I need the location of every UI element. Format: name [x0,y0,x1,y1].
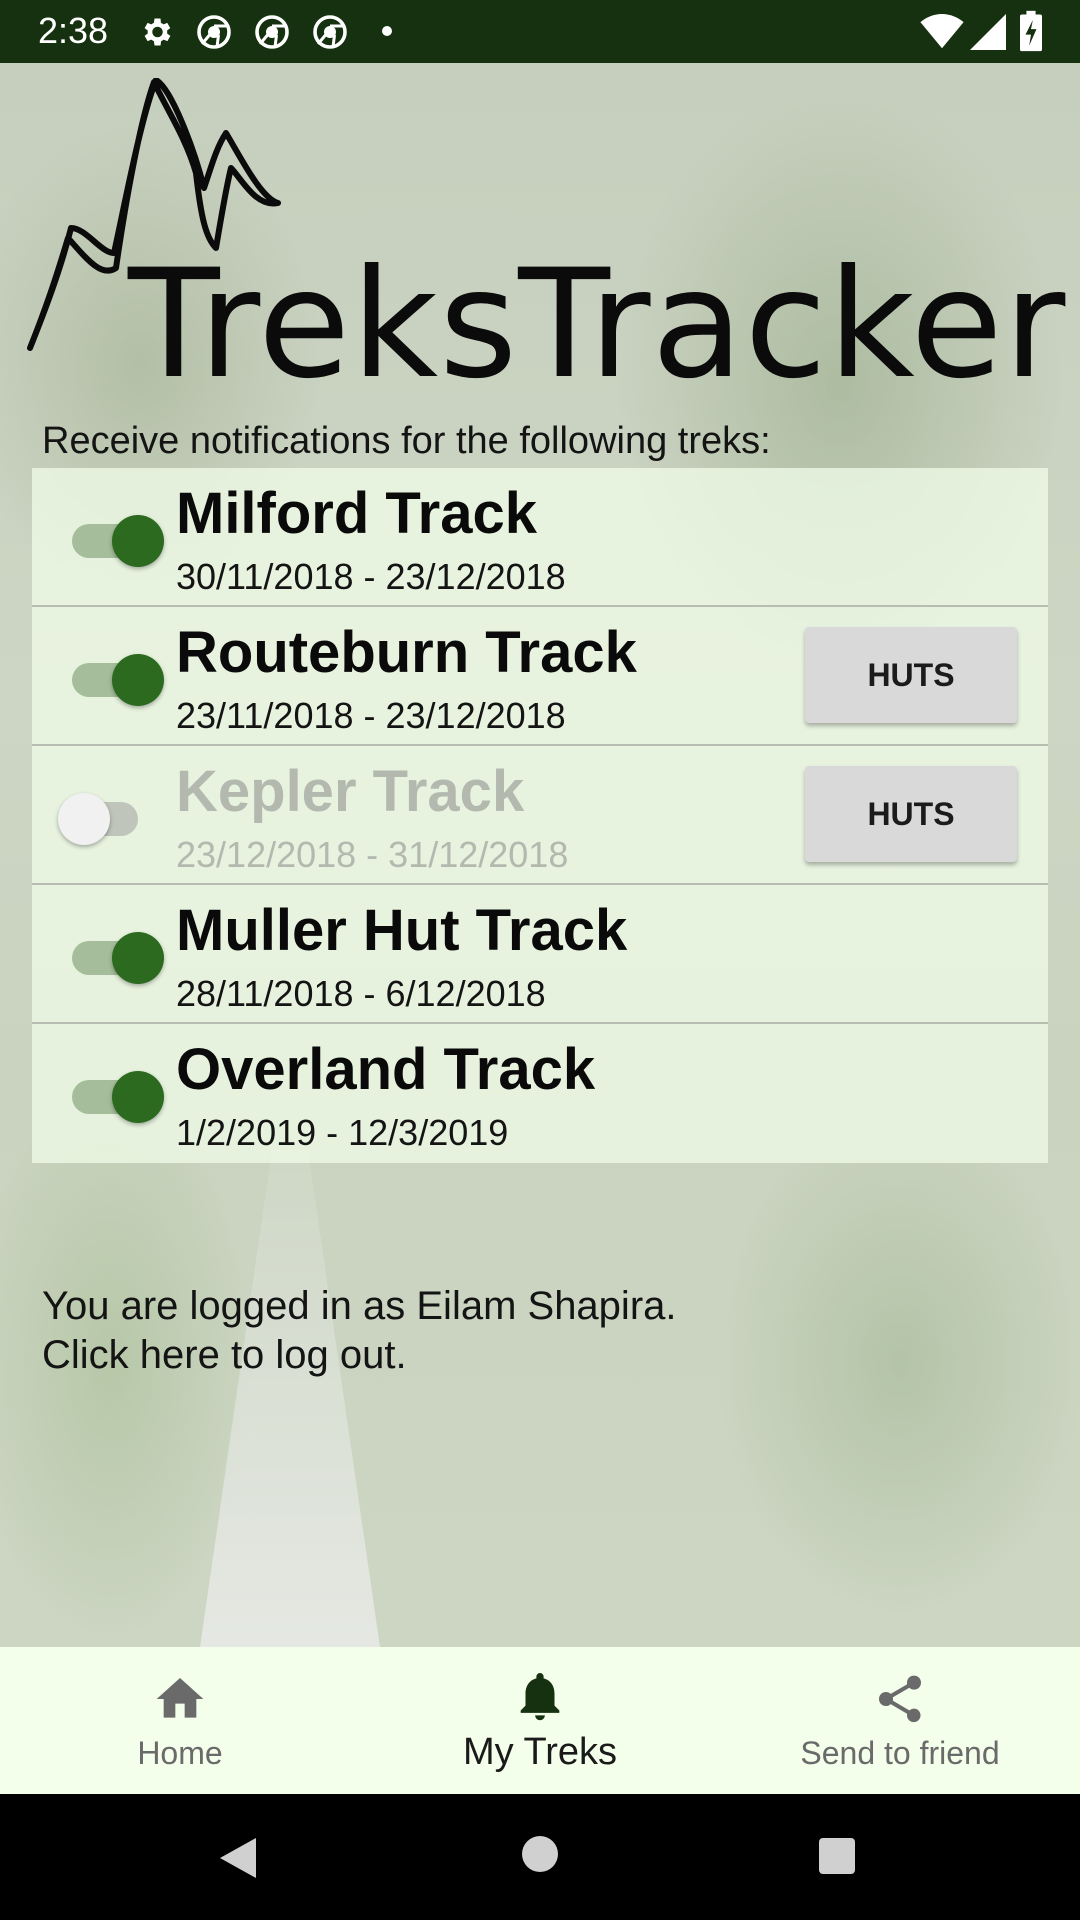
notifications-intro: Receive notifications for the following … [42,420,771,462]
battery-icon [1020,10,1042,52]
chrome-icon [313,15,347,49]
trek-name: Kepler Track [176,759,525,824]
home-icon [156,1678,204,1718]
nav-my-treks-label: My Treks [462,1731,618,1773]
signal-icon [970,14,1006,50]
system-navigation-bar [0,1794,1080,1920]
trek-dates: 30/11/2018 - 23/12/2018 [176,556,566,597]
status-bar: 2:38 [0,0,1080,63]
notification-toggle[interactable] [60,1066,164,1123]
bell-icon [520,1673,560,1721]
nav-my-treks[interactable]: My Treks [360,1647,720,1794]
status-time: 2:38 [38,10,109,51]
notification-toggle[interactable] [60,927,164,984]
wifi-icon [920,14,964,49]
huts-button[interactable]: HUTS [805,627,1017,723]
gear-icon [144,18,171,46]
home-circle-icon[interactable] [520,1834,560,1874]
chrome-icon [197,15,231,49]
recents-icon[interactable] [817,1836,857,1876]
toggle-thumb [112,654,164,706]
login-info: You are logged in as Eilam Shapira. Clic… [42,1282,677,1380]
notification-toggle[interactable] [60,510,164,567]
logout-link[interactable]: Click here to log out. [42,1331,677,1380]
trek-row-routeburn: Routeburn Track 23/11/2018 - 23/12/2018 … [32,607,1048,746]
nav-home[interactable]: Home [0,1647,360,1794]
nav-send-to-friend[interactable]: Send to friend [720,1647,1080,1794]
toggle-thumb [58,793,110,845]
trek-name: Overland Track [176,1037,596,1102]
notification-toggle[interactable] [58,788,160,845]
share-icon [879,1675,921,1723]
notification-toggle[interactable] [60,649,164,706]
bottom-navigation: Home My Treks Send to friend [0,1647,1080,1794]
nav-send-to-friend-label: Send to friend [800,1735,1000,1771]
trek-name: Muller Hut Track [176,898,628,963]
trek-row-kepler: Kepler Track 23/12/2018 - 31/12/2018 HUT… [32,746,1048,885]
trek-list: Milford Track 30/11/2018 - 23/12/2018 Ro… [32,468,1048,1163]
toggle-thumb [112,932,164,984]
toggle-thumb [112,1071,164,1123]
dot-icon [382,26,392,36]
trek-row-overland: Overland Track 1/2/2019 - 12/3/2019 [32,1024,1048,1163]
back-icon[interactable] [216,1834,260,1882]
trek-name: Milford Track [176,481,537,546]
trek-dates: 23/11/2018 - 23/12/2018 [176,695,566,736]
trek-name: Routeburn Track [176,620,637,685]
trek-row-milford: Milford Track 30/11/2018 - 23/12/2018 [32,468,1048,607]
trek-dates: 23/12/2018 - 31/12/2018 [176,834,569,875]
huts-button[interactable]: HUTS [805,766,1017,862]
trek-row-muller-hut: Muller Hut Track 28/11/2018 - 6/12/2018 [32,885,1048,1024]
trek-dates: 1/2/2019 - 12/3/2019 [176,1112,509,1153]
app-logo-text: TreksTracker [128,238,1067,412]
logged-in-as-text: You are logged in as Eilam Shapira. [42,1284,677,1328]
chrome-icon [255,15,289,49]
nav-home-label: Home [137,1735,223,1771]
toggle-thumb [112,515,164,567]
trek-dates: 28/11/2018 - 6/12/2018 [176,973,546,1014]
